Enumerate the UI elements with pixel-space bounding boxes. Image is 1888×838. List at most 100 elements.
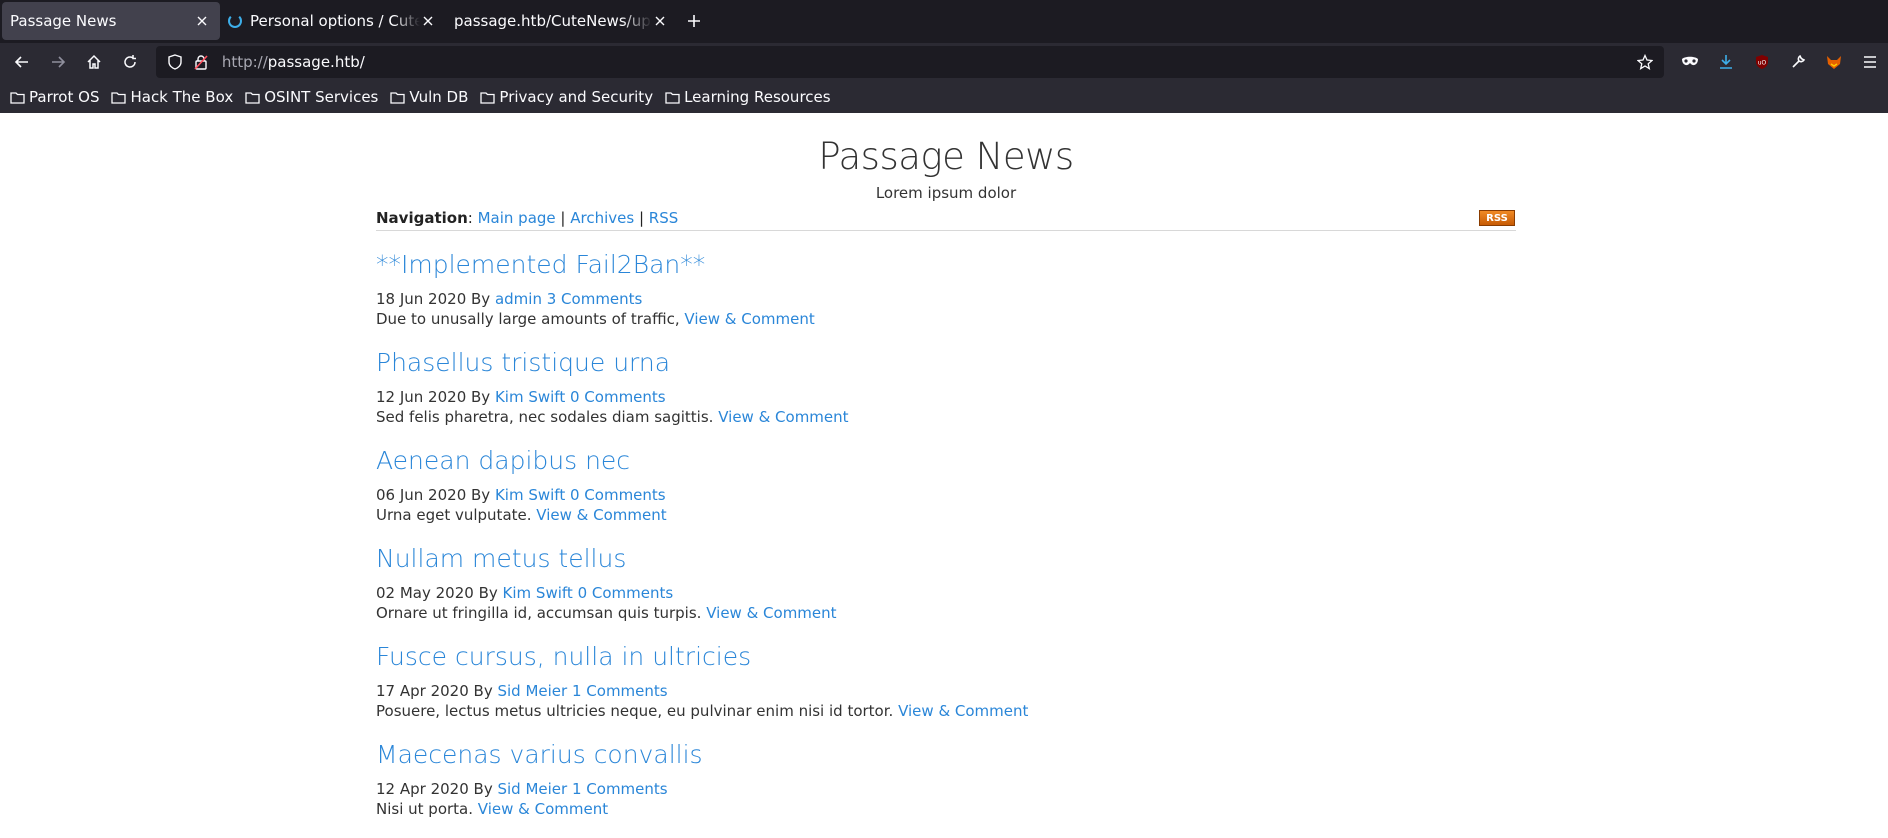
post-title-link[interactable]: Aenean dapibus nec: [376, 446, 630, 475]
post-author-link[interactable]: Sid Meier: [497, 780, 567, 798]
url-text[interactable]: http://passage.htb/: [222, 53, 365, 71]
insecure-lock-icon[interactable]: [188, 52, 214, 72]
arrow-right-icon: [51, 56, 66, 68]
post-comments-link[interactable]: 0 Comments: [578, 584, 674, 602]
post-comments-link[interactable]: 1 Comments: [572, 682, 668, 700]
post-title-link[interactable]: Phasellus tristique urna: [376, 348, 670, 377]
svg-text:uO: uO: [1758, 60, 1767, 67]
ublock-icon: uO: [1755, 55, 1768, 69]
bookmark-parrot-os[interactable]: Parrot OS: [10, 88, 99, 106]
close-icon[interactable]: [420, 13, 436, 29]
folder-icon: [10, 91, 25, 104]
bookmark-label: Learning Resources: [684, 88, 831, 106]
private-mask-button[interactable]: [1672, 46, 1708, 78]
menu-button[interactable]: [1852, 46, 1888, 78]
site-subtitle: Lorem ipsum dolor: [875, 184, 1017, 202]
home-button[interactable]: [76, 46, 112, 78]
post-date: 12 Apr 2020: [376, 780, 469, 798]
post-list: **Implemented Fail2Ban** 18 Jun 2020 By …: [376, 251, 1516, 819]
bookmark-privacy-and-security[interactable]: Privacy and Security: [480, 88, 653, 106]
ublock-button[interactable]: uO: [1744, 46, 1780, 78]
post-meta: 02 May 2020 By Kim Swift 0 Comments: [376, 583, 1516, 603]
shield-icon[interactable]: [162, 52, 188, 72]
page-content: Passage News Lorem ipsum dolor Navigatio…: [376, 113, 1516, 819]
bookmark-learning-resources[interactable]: Learning Resources: [665, 88, 831, 106]
tab-personal-options[interactable]: Personal options / CuteNews: [220, 2, 446, 40]
forward-button[interactable]: [40, 46, 76, 78]
post-item: Nullam metus tellus 02 May 2020 By Kim S…: [376, 545, 1516, 623]
post-date: 06 Jun 2020: [376, 486, 467, 504]
post-excerpt: Nisi ut porta.: [376, 800, 474, 818]
bookmark-label: Parrot OS: [29, 88, 100, 106]
post-excerpt-row: Urna eget vulputate. View & Comment: [376, 505, 1516, 525]
post-title-link[interactable]: Nullam metus tellus: [376, 544, 626, 573]
post-comments-link[interactable]: 3 Comments: [547, 290, 643, 308]
view-comment-link[interactable]: View & Comment: [478, 800, 608, 818]
tab-title: Personal options / CuteNews: [250, 12, 420, 30]
tab-title: Passage News: [10, 12, 117, 30]
post-author-link[interactable]: Kim Swift: [495, 486, 565, 504]
post-author-link[interactable]: Kim Swift: [503, 584, 573, 602]
tools-button[interactable]: [1780, 46, 1816, 78]
bookmark-hack-the-box[interactable]: Hack The Box: [111, 88, 233, 106]
post-date: 18 Jun 2020: [376, 290, 467, 308]
post-excerpt: Ornare ut fringilla id, accumsan quis tu…: [376, 604, 702, 622]
view-comment-link[interactable]: View & Comment: [536, 506, 666, 524]
nav-link-main-page[interactable]: Main page: [478, 209, 556, 227]
view-comment-link[interactable]: View & Comment: [898, 702, 1028, 720]
post-excerpt-row: Due to unusally large amounts of traffic…: [376, 309, 1516, 329]
post-author-link[interactable]: Sid Meier: [497, 682, 567, 700]
back-button[interactable]: [4, 46, 40, 78]
post-by: By: [473, 780, 493, 798]
bookmark-vuln-db[interactable]: Vuln DB: [390, 88, 468, 106]
post-by: By: [478, 584, 498, 602]
post-excerpt-row: Posuere, lectus metus ultricies neque, e…: [376, 701, 1516, 721]
site-title: Passage News: [818, 135, 1074, 178]
rss-badge-icon[interactable]: RSS: [1479, 210, 1515, 226]
reload-icon: [124, 55, 136, 68]
new-tab-button[interactable]: [678, 2, 710, 40]
bookmark-osint-services[interactable]: OSINT Services: [245, 88, 378, 106]
view-comment-link[interactable]: View & Comment: [706, 604, 836, 622]
post-title-link[interactable]: Maecenas varius convallis: [376, 740, 703, 769]
folder-icon: [245, 91, 260, 104]
post-by: By: [471, 388, 491, 406]
url-host: passage.htb/: [267, 53, 365, 71]
site-navigation: Navigation: Main page | Archives | RSS R…: [376, 208, 1516, 231]
post-comments-link[interactable]: 0 Comments: [570, 486, 666, 504]
post-item: Maecenas varius convallis 12 Apr 2020 By…: [376, 741, 1516, 819]
home-icon: [87, 54, 101, 69]
folder-icon: [665, 91, 680, 104]
post-title-link[interactable]: Fusce cursus, nulla in ultricies: [376, 642, 751, 671]
post-author-link[interactable]: Kim Swift: [495, 388, 565, 406]
arrow-left-icon: [14, 56, 28, 68]
tab-passage-news[interactable]: Passage News: [2, 2, 220, 40]
post-excerpt-row: Sed felis pharetra, nec sodales diam sag…: [376, 407, 1516, 427]
post-comments-link[interactable]: 0 Comments: [570, 388, 666, 406]
post-title-link[interactable]: **Implemented Fail2Ban**: [376, 250, 705, 279]
tab-uploads[interactable]: passage.htb/CuteNews/uploads: [446, 2, 678, 40]
post-date: 12 Jun 2020: [376, 388, 467, 406]
tab-strip: Passage News Personal options / CuteNews…: [0, 0, 1888, 43]
close-icon[interactable]: [194, 13, 210, 29]
foxyproxy-button[interactable]: [1816, 46, 1852, 78]
bookmark-star-icon[interactable]: [1632, 52, 1658, 72]
post-author-link[interactable]: admin: [495, 290, 542, 308]
navigation-toolbar: http://passage.htb/ uO: [0, 43, 1888, 81]
view-comment-link[interactable]: View & Comment: [718, 408, 848, 426]
post-item: Phasellus tristique urna 12 Jun 2020 By …: [376, 349, 1516, 427]
reload-button[interactable]: [112, 46, 148, 78]
url-bar[interactable]: http://passage.htb/: [155, 46, 1664, 78]
fox-icon: [1826, 56, 1841, 69]
nav-link-rss[interactable]: RSS: [649, 209, 678, 227]
post-meta: 18 Jun 2020 By admin 3 Comments: [376, 289, 1516, 309]
nav-link-archives[interactable]: Archives: [570, 209, 634, 227]
downloads-button[interactable]: [1708, 46, 1744, 78]
post-comments-link[interactable]: 1 Comments: [572, 780, 668, 798]
close-icon[interactable]: [652, 13, 668, 29]
bookmarks-toolbar: Parrot OS Hack The Box OSINT Services Vu…: [0, 81, 1888, 113]
post-meta: 17 Apr 2020 By Sid Meier 1 Comments: [376, 681, 1516, 701]
view-comment-link[interactable]: View & Comment: [684, 310, 814, 328]
folder-icon: [480, 91, 496, 104]
post-item: Fusce cursus, nulla in ultricies 17 Apr …: [376, 643, 1516, 721]
